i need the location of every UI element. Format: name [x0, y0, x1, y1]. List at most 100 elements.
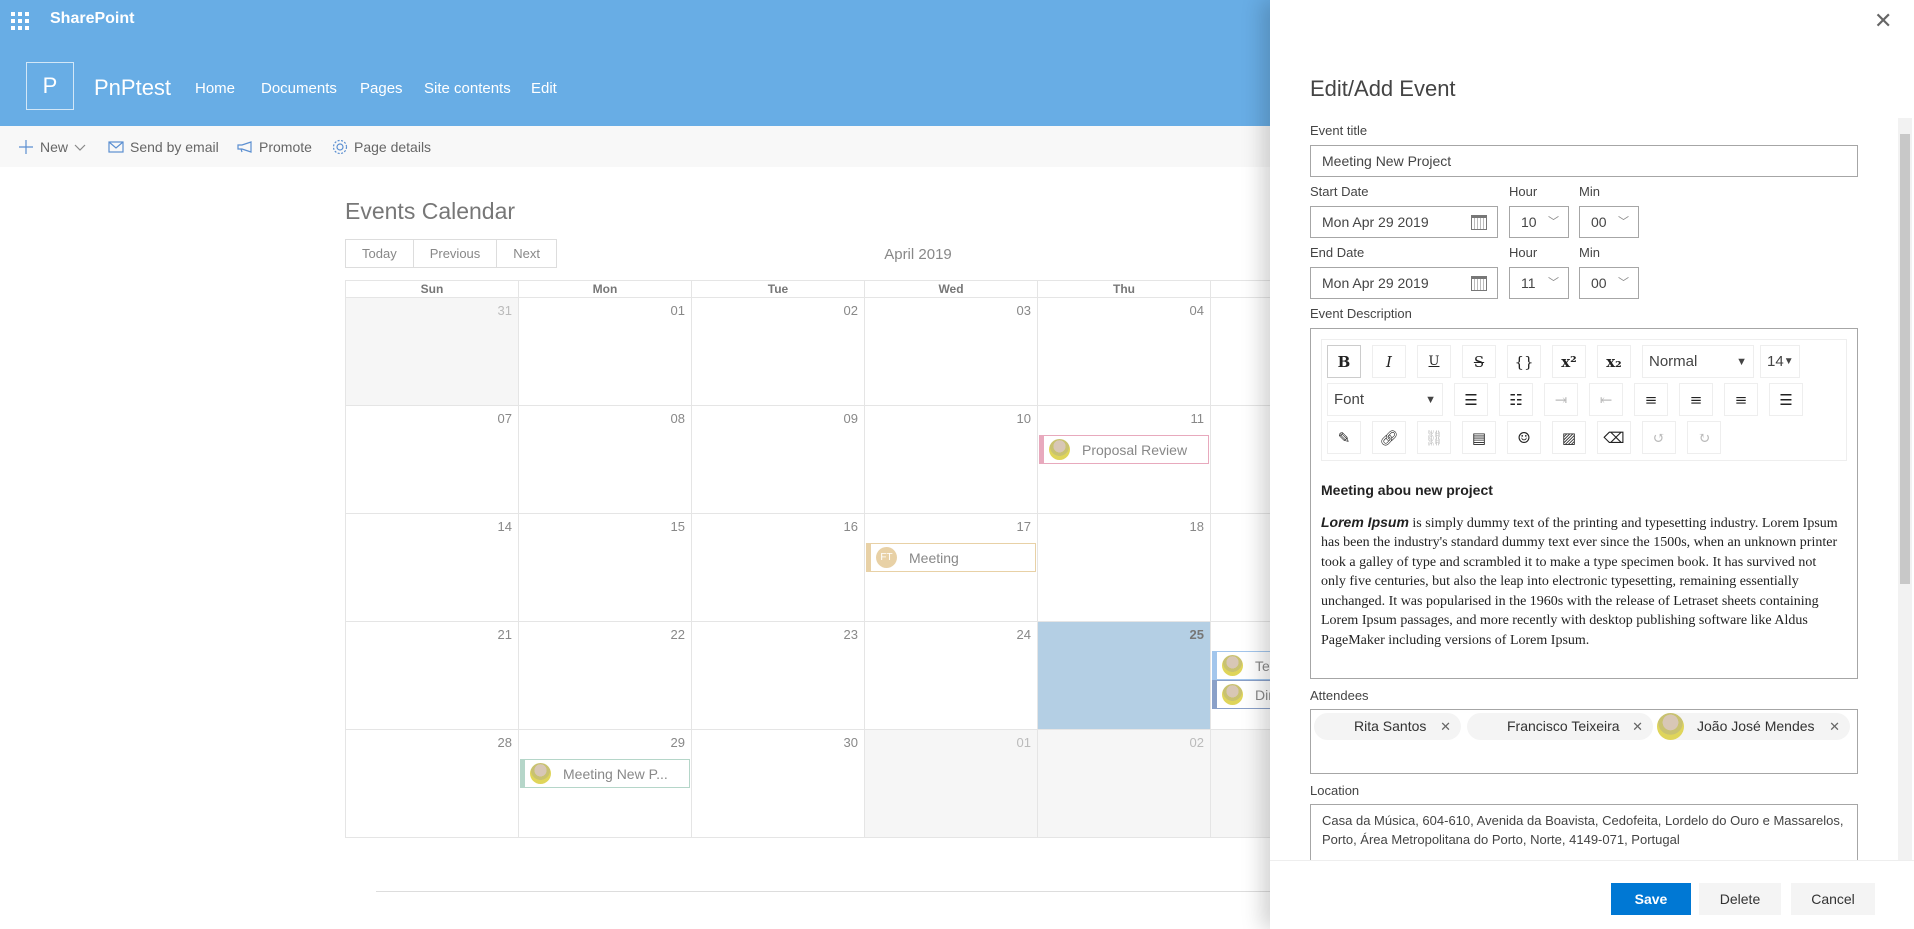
nav-documents[interactable]: Documents [261, 80, 337, 97]
new-button[interactable]: New [18, 139, 86, 155]
font-size-dropdown[interactable]: 14 ▼ [1760, 345, 1800, 378]
attendee-chip[interactable]: João José Mendes ✕ [1657, 713, 1850, 740]
calendar-event[interactable]: FT Meeting [866, 543, 1036, 572]
day-number: 07 [497, 411, 512, 426]
calendar-day[interactable]: 25 [1038, 622, 1211, 729]
font-dropdown[interactable]: Font ▼ [1327, 383, 1443, 416]
start-hour-select[interactable]: 10 ﹀ [1509, 206, 1569, 238]
calendar-day[interactable]: 07 [346, 406, 519, 513]
promote-button[interactable]: Promote [237, 139, 312, 155]
emoji-icon[interactable]: ☺ [1507, 421, 1541, 454]
calendar-day[interactable]: 14 [346, 514, 519, 621]
waffle-icon[interactable] [11, 12, 29, 30]
month-label: April 2019 [884, 246, 952, 263]
next-button[interactable]: Next [497, 240, 556, 267]
nav-home[interactable]: Home [195, 80, 235, 97]
calendar-day[interactable]: 04 [1038, 298, 1211, 405]
start-min-select[interactable]: 00 ﹀ [1579, 206, 1639, 238]
calendar-day[interactable]: 15 [519, 514, 692, 621]
subscript-button[interactable]: x₂ [1597, 345, 1631, 378]
calendar-day[interactable]: 11 Proposal Review [1038, 406, 1211, 513]
link-icon[interactable]: 🔗︎ [1372, 421, 1406, 454]
calendar-icon[interactable] [1471, 276, 1487, 291]
calendar-day[interactable]: 28 [346, 730, 519, 837]
eraser-icon[interactable]: ⌫ [1597, 421, 1631, 454]
calendar-day[interactable]: 01 [865, 730, 1038, 837]
start-date-picker[interactable]: Mon Apr 29 2019 [1310, 206, 1498, 238]
remove-icon[interactable]: ✕ [1829, 713, 1840, 740]
bullet-list-icon[interactable]: ☰ [1454, 383, 1488, 416]
nav-edit[interactable]: Edit [531, 80, 557, 97]
outdent-icon[interactable]: ⇤ [1589, 383, 1623, 416]
end-hour-select[interactable]: 11 ﹀ [1509, 267, 1569, 299]
calendar-day[interactable]: 21 [346, 622, 519, 729]
delete-button[interactable]: Delete [1699, 883, 1781, 915]
embed-icon[interactable]: ▤ [1462, 421, 1496, 454]
image-icon[interactable]: ▨ [1552, 421, 1586, 454]
attendees-picker[interactable]: Rita Santos ✕ Francisco Teixeira ✕ João Jo… [1310, 709, 1858, 774]
event-title-input[interactable]: Meeting New Project [1310, 145, 1858, 177]
rich-text-editor[interactable]: B I U S {} x² x₂ Normal ▼ 14 ▼ Font ▼ ☰ ☷ ⇥… [1310, 328, 1858, 679]
italic-button[interactable]: I [1372, 345, 1406, 378]
remove-icon[interactable]: ✕ [1632, 713, 1643, 740]
avatar [1222, 684, 1243, 705]
calendar-day[interactable]: 17 FT Meeting [865, 514, 1038, 621]
location-textarea[interactable]: Casa da Música, 604-610, Avenida da Boav… [1310, 804, 1858, 866]
calendar-day[interactable]: 01 [519, 298, 692, 405]
send-by-email-button[interactable]: Send by email [108, 139, 219, 155]
align-right-icon[interactable]: ≡ [1724, 383, 1758, 416]
nav-site-contents[interactable]: Site contents [424, 80, 511, 97]
numbered-list-icon[interactable]: ☷ [1499, 383, 1533, 416]
calendar-day[interactable]: 22 [519, 622, 692, 729]
indent-icon[interactable]: ⇥ [1544, 383, 1578, 416]
page-details-button[interactable]: Page details [332, 139, 431, 155]
end-date-picker[interactable]: Mon Apr 29 2019 [1310, 267, 1498, 299]
align-left-icon[interactable]: ≡ [1634, 383, 1668, 416]
close-icon[interactable]: ✕ [1874, 8, 1892, 34]
align-justify-icon[interactable]: ☰ [1769, 383, 1803, 416]
today-button[interactable]: Today [346, 240, 414, 267]
unlink-icon[interactable]: ⛓︎ [1417, 421, 1451, 454]
scrollbar-thumb[interactable] [1900, 134, 1910, 584]
calendar-day[interactable]: 16 [692, 514, 865, 621]
attendee-chip[interactable]: Rita Santos ✕ [1314, 713, 1461, 740]
format-dropdown[interactable]: Normal ▼ [1642, 345, 1754, 378]
calendar-event[interactable]: Proposal Review [1039, 435, 1209, 464]
redo-icon[interactable]: ↻ [1687, 421, 1721, 454]
calendar-day[interactable]: 09 [692, 406, 865, 513]
nav-pages[interactable]: Pages [360, 80, 403, 97]
superscript-button[interactable]: x² [1552, 345, 1586, 378]
description-content[interactable]: Meeting abou new project Lorem Ipsum is … [1321, 481, 1841, 650]
calendar-day[interactable]: 31 [346, 298, 519, 405]
strikethrough-button[interactable]: S [1462, 345, 1496, 378]
calendar-day[interactable]: 30 [692, 730, 865, 837]
calendar-day[interactable]: 29 Meeting New P... [519, 730, 692, 837]
calendar-day[interactable]: 10 [865, 406, 1038, 513]
calendar-day[interactable]: 18 [1038, 514, 1211, 621]
undo-icon[interactable]: ↺ [1642, 421, 1676, 454]
calendar-day[interactable]: 02 [692, 298, 865, 405]
cancel-button[interactable]: Cancel [1791, 883, 1875, 915]
calendar-day[interactable]: 24 [865, 622, 1038, 729]
calendar-day[interactable]: 03 [865, 298, 1038, 405]
previous-button[interactable]: Previous [414, 240, 498, 267]
site-name[interactable]: PnPtest [94, 75, 171, 101]
align-center-icon[interactable]: ≡ [1679, 383, 1713, 416]
code-button[interactable]: {} [1507, 345, 1541, 378]
bold-button[interactable]: B [1327, 345, 1361, 378]
sharepoint-brand[interactable]: SharePoint [50, 10, 134, 28]
day-number: 30 [843, 735, 858, 750]
underline-button[interactable]: U [1417, 345, 1451, 378]
calendar-day[interactable]: 08 [519, 406, 692, 513]
calendar-day[interactable]: 23 [692, 622, 865, 729]
attendee-chip[interactable]: Francisco Teixeira ✕ [1467, 713, 1653, 740]
scrollbar[interactable] [1898, 118, 1912, 860]
calendar-icon[interactable] [1471, 215, 1487, 230]
calendar-day[interactable]: 02 [1038, 730, 1211, 837]
calendar-event[interactable]: Meeting New P... [520, 759, 690, 788]
end-min-select[interactable]: 00 ﹀ [1579, 267, 1639, 299]
color-picker-icon[interactable]: ✎ [1327, 421, 1361, 454]
save-button[interactable]: Save [1611, 883, 1691, 915]
remove-icon[interactable]: ✕ [1440, 713, 1451, 740]
site-logo[interactable]: P [26, 62, 74, 110]
